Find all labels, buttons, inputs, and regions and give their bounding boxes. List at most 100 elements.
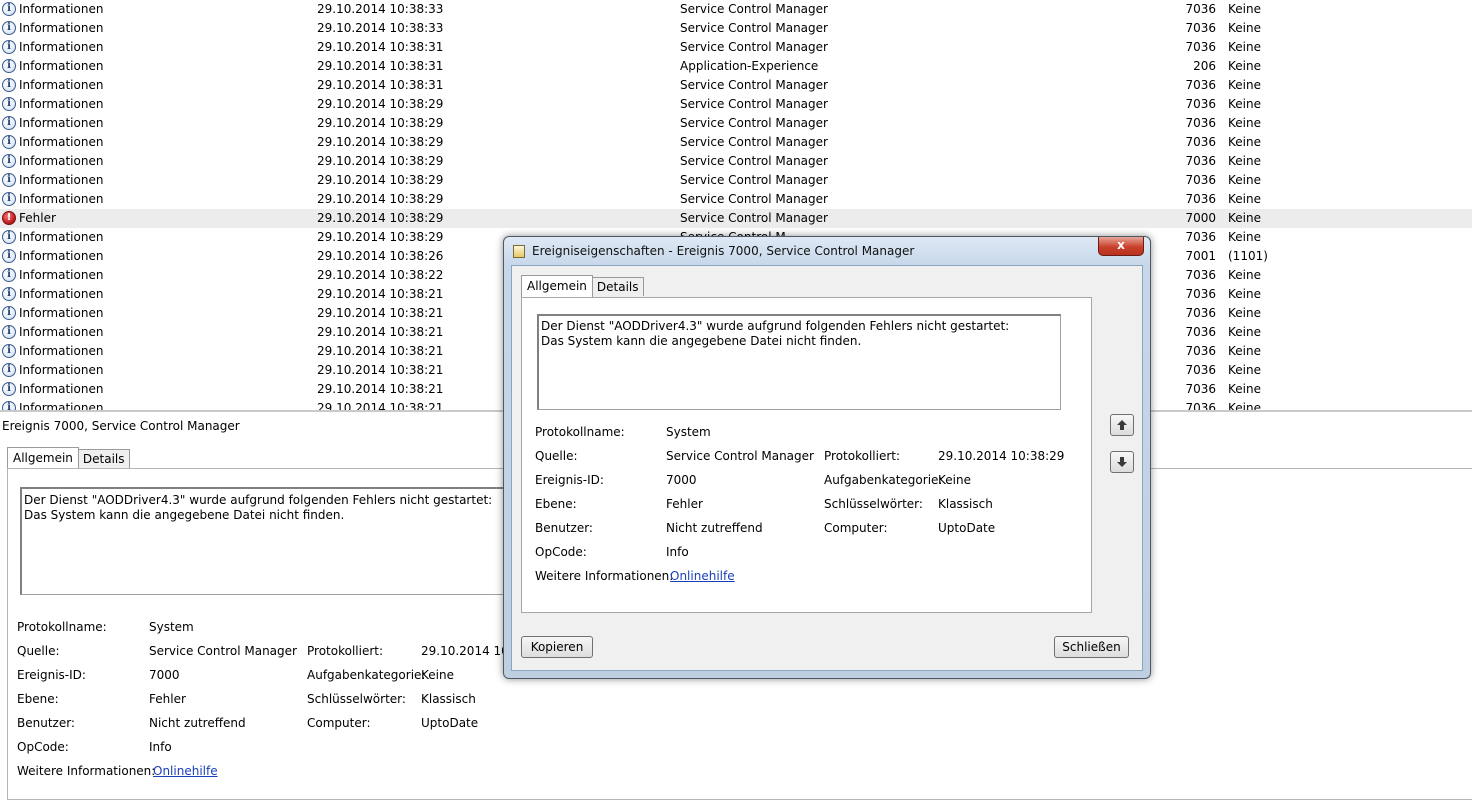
value-opcode: Info (666, 545, 689, 559)
event-row[interactable]: iInformationen 29.10.2014 10:38:29 Service… (0, 95, 1472, 114)
event-date: 29.10.2014 10:38:31 (317, 78, 444, 92)
info-icon: i (2, 401, 16, 410)
event-task-category: Keine (1228, 21, 1261, 35)
tab-details[interactable]: Details (77, 449, 130, 468)
event-id: 7001 (1185, 249, 1216, 263)
value-source: Service Control Manager (149, 644, 297, 658)
event-row[interactable]: i Informationen 29.10.2014 10:38:31 Applica… (0, 57, 1472, 76)
tab-details[interactable]: Details (591, 277, 644, 296)
label-computer: Computer: (307, 716, 371, 730)
dialog-general-panel: Der Dienst "AODDriver4.3" wurde aufgrund… (521, 297, 1092, 613)
event-level: Informationen (19, 325, 104, 339)
event-row[interactable]: i Informationen 29.10.2014 10:38:31 Service… (0, 76, 1472, 95)
dialog-body: Allgemein Details Der Dienst "AODDriver4… (511, 265, 1143, 671)
event-task-category: Keine (1228, 268, 1261, 282)
event-row[interactable]: i Informationen 29.10.2014 10:38:31 Service… (0, 38, 1472, 57)
info-icon: i (2, 116, 16, 130)
event-id: 7036 (1185, 173, 1216, 187)
info-icon: i (2, 306, 16, 320)
event-date: 29.10.2014 10:38:29 (317, 154, 444, 168)
event-task-category: (1101) (1228, 249, 1268, 263)
event-date: 29.10.2014 10:38:29 (317, 97, 444, 111)
tab-allgemein[interactable]: Allgemein (7, 447, 79, 469)
value-event-id: 7000 (149, 668, 180, 682)
arrow-up-icon (1117, 420, 1127, 430)
event-date: 29.10.2014 10:38:29 (317, 192, 444, 206)
event-row[interactable]: i Informationen 29.10.2014 10:38:33 Service… (0, 0, 1472, 19)
event-task-category: Keine (1228, 230, 1261, 244)
event-level: Fehler (19, 211, 56, 225)
event-task-category: Keine (1228, 116, 1261, 130)
info-icon: i (2, 2, 16, 16)
event-id: 7036 (1185, 78, 1216, 92)
preview-tabs: Allgemein Details (7, 446, 130, 469)
label-task-category: Aufgabenkategorie: (824, 473, 943, 487)
event-row[interactable]: iInformationen 29.10.2014 10:38:29 Service… (0, 190, 1472, 209)
event-task-category: Keine (1228, 363, 1261, 377)
event-source: Service Control Manager (680, 116, 828, 130)
event-row[interactable]: i Informationen 29.10.2014 10:38:33 Service… (0, 19, 1472, 38)
event-level: Informationen (19, 344, 104, 358)
event-id: 7036 (1185, 21, 1216, 35)
event-source: Service Control Manager (680, 97, 828, 111)
event-level: Informationen (19, 154, 104, 168)
event-date: 29.10.2014 10:38:21 (317, 344, 444, 358)
event-level: Informationen (19, 40, 104, 54)
event-properties-dialog: Ereigniseigenschaften - Ereignis 7000, S… (503, 236, 1151, 679)
event-id: 7036 (1185, 192, 1216, 206)
event-row[interactable]: iInformationen 29.10.2014 10:38:29 Service… (0, 152, 1472, 171)
event-row[interactable]: iInformationen 29.10.2014 10:38:29 Service… (0, 171, 1472, 190)
close-button[interactable]: Schließen (1054, 636, 1129, 658)
event-id: 7000 (1185, 211, 1216, 225)
event-source: Service Control Manager (680, 40, 828, 54)
event-row[interactable]: iInformationen 29.10.2014 10:38:29 Service… (0, 133, 1472, 152)
event-level: Informationen (19, 268, 104, 282)
event-task-category: Keine (1228, 401, 1261, 410)
next-event-button[interactable] (1110, 451, 1134, 473)
event-task-category: Keine (1228, 211, 1261, 225)
info-icon: i (2, 59, 16, 73)
event-level: Informationen (19, 59, 104, 73)
label-user: Benutzer: (535, 521, 593, 535)
info-icon: i (2, 21, 16, 35)
online-help-link[interactable]: Onlinehilfe (153, 764, 218, 778)
value-log-name: System (149, 620, 194, 634)
info-icon: i (2, 173, 16, 187)
copy-button[interactable]: Kopieren (521, 636, 593, 658)
arrow-down-icon (1117, 457, 1127, 467)
event-date: 29.10.2014 10:38:21 (317, 382, 444, 396)
label-source: Quelle: (535, 449, 578, 463)
event-task-category: Keine (1228, 135, 1261, 149)
label-event-id: Ereignis-ID: (17, 668, 86, 682)
event-date: 29.10.2014 10:38:21 (317, 401, 444, 410)
event-row[interactable]: ! Fehler 29.10.2014 10:38:29 Service Contro… (0, 209, 1472, 228)
event-task-category: Keine (1228, 344, 1261, 358)
event-source: Service Control Manager (680, 173, 828, 187)
event-id: 7036 (1185, 401, 1216, 410)
label-more-info: Weitere Informationen: (535, 569, 674, 583)
online-help-link[interactable]: Onlinehilfe (670, 569, 735, 583)
event-level: Informationen (19, 21, 104, 35)
event-task-category: Keine (1228, 40, 1261, 54)
description-line: Das System kann die angegebene Datei nic… (541, 334, 862, 348)
value-logged: 29.10.2014 10:38:29 (938, 449, 1065, 463)
event-date: 29.10.2014 10:38:31 (317, 40, 444, 54)
info-icon: i (2, 249, 16, 263)
label-logged: Protokolliert: (824, 449, 901, 463)
value-task-category: Keine (421, 668, 454, 682)
dialog-description-box[interactable]: Der Dienst "AODDriver4.3" wurde aufgrund… (537, 314, 1061, 410)
event-source: Service Control Manager (680, 211, 828, 225)
info-icon: i (2, 363, 16, 377)
event-level: Informationen (19, 173, 104, 187)
previous-event-button[interactable] (1110, 414, 1134, 436)
label-level: Ebene: (17, 692, 59, 706)
event-id: 7036 (1185, 135, 1216, 149)
event-source: Service Control Manager (680, 135, 828, 149)
label-log-name: Protokollname: (535, 425, 625, 439)
dialog-close-button[interactable]: x (1098, 237, 1144, 256)
event-row[interactable]: iInformationen 29.10.2014 10:38:29 Service… (0, 114, 1472, 133)
value-keywords: Klassisch (421, 692, 476, 706)
event-level: Informationen (19, 363, 104, 377)
event-task-category: Keine (1228, 173, 1261, 187)
tab-allgemein[interactable]: Allgemein (521, 275, 593, 297)
